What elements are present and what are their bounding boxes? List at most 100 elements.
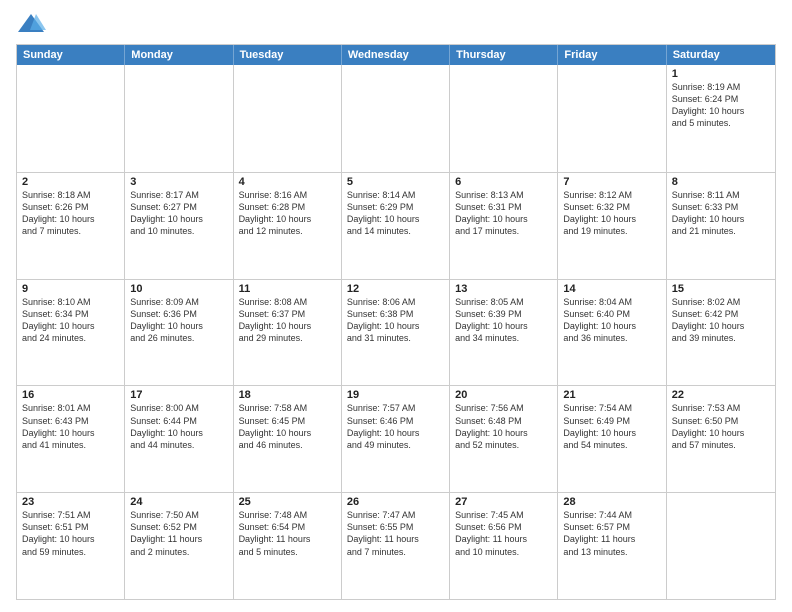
logo-icon <box>16 12 46 36</box>
calendar-cell: 24Sunrise: 7:50 AM Sunset: 6:52 PM Dayli… <box>125 493 233 599</box>
cell-sun-info: Sunrise: 7:53 AM Sunset: 6:50 PM Dayligh… <box>672 402 770 451</box>
day-number: 19 <box>347 389 444 401</box>
cell-sun-info: Sunrise: 7:58 AM Sunset: 6:45 PM Dayligh… <box>239 402 336 451</box>
cell-sun-info: Sunrise: 8:08 AM Sunset: 6:37 PM Dayligh… <box>239 296 336 345</box>
calendar-cell: 12Sunrise: 8:06 AM Sunset: 6:38 PM Dayli… <box>342 280 450 386</box>
day-number: 10 <box>130 283 227 295</box>
cell-sun-info: Sunrise: 8:01 AM Sunset: 6:43 PM Dayligh… <box>22 402 119 451</box>
calendar-cell: 10Sunrise: 8:09 AM Sunset: 6:36 PM Dayli… <box>125 280 233 386</box>
calendar-cell: 26Sunrise: 7:47 AM Sunset: 6:55 PM Dayli… <box>342 493 450 599</box>
cell-sun-info: Sunrise: 7:48 AM Sunset: 6:54 PM Dayligh… <box>239 509 336 558</box>
day-number: 8 <box>672 176 770 188</box>
calendar-cell: 8Sunrise: 8:11 AM Sunset: 6:33 PM Daylig… <box>667 173 775 279</box>
calendar-cell: 23Sunrise: 7:51 AM Sunset: 6:51 PM Dayli… <box>17 493 125 599</box>
day-number: 20 <box>455 389 552 401</box>
day-number: 22 <box>672 389 770 401</box>
weekday-header: Thursday <box>450 45 558 65</box>
cell-sun-info: Sunrise: 7:47 AM Sunset: 6:55 PM Dayligh… <box>347 509 444 558</box>
cell-sun-info: Sunrise: 7:54 AM Sunset: 6:49 PM Dayligh… <box>563 402 660 451</box>
weekday-header: Monday <box>125 45 233 65</box>
cell-sun-info: Sunrise: 8:19 AM Sunset: 6:24 PM Dayligh… <box>672 81 770 130</box>
calendar-cell <box>234 65 342 172</box>
calendar-cell: 15Sunrise: 8:02 AM Sunset: 6:42 PM Dayli… <box>667 280 775 386</box>
calendar-cell: 7Sunrise: 8:12 AM Sunset: 6:32 PM Daylig… <box>558 173 666 279</box>
cell-sun-info: Sunrise: 8:16 AM Sunset: 6:28 PM Dayligh… <box>239 189 336 238</box>
calendar-cell: 9Sunrise: 8:10 AM Sunset: 6:34 PM Daylig… <box>17 280 125 386</box>
cell-sun-info: Sunrise: 8:00 AM Sunset: 6:44 PM Dayligh… <box>130 402 227 451</box>
cell-sun-info: Sunrise: 8:14 AM Sunset: 6:29 PM Dayligh… <box>347 189 444 238</box>
calendar-cell: 28Sunrise: 7:44 AM Sunset: 6:57 PM Dayli… <box>558 493 666 599</box>
day-number: 28 <box>563 496 660 508</box>
calendar-cell: 22Sunrise: 7:53 AM Sunset: 6:50 PM Dayli… <box>667 386 775 492</box>
cell-sun-info: Sunrise: 8:04 AM Sunset: 6:40 PM Dayligh… <box>563 296 660 345</box>
cell-sun-info: Sunrise: 7:51 AM Sunset: 6:51 PM Dayligh… <box>22 509 119 558</box>
day-number: 9 <box>22 283 119 295</box>
calendar-cell: 17Sunrise: 8:00 AM Sunset: 6:44 PM Dayli… <box>125 386 233 492</box>
day-number: 14 <box>563 283 660 295</box>
calendar-row: 1Sunrise: 8:19 AM Sunset: 6:24 PM Daylig… <box>17 65 775 172</box>
calendar-cell <box>125 65 233 172</box>
day-number: 15 <box>672 283 770 295</box>
calendar-cell: 20Sunrise: 7:56 AM Sunset: 6:48 PM Dayli… <box>450 386 558 492</box>
cell-sun-info: Sunrise: 7:56 AM Sunset: 6:48 PM Dayligh… <box>455 402 552 451</box>
calendar-cell: 14Sunrise: 8:04 AM Sunset: 6:40 PM Dayli… <box>558 280 666 386</box>
calendar-cell: 18Sunrise: 7:58 AM Sunset: 6:45 PM Dayli… <box>234 386 342 492</box>
cell-sun-info: Sunrise: 7:50 AM Sunset: 6:52 PM Dayligh… <box>130 509 227 558</box>
calendar-cell: 6Sunrise: 8:13 AM Sunset: 6:31 PM Daylig… <box>450 173 558 279</box>
cell-sun-info: Sunrise: 7:45 AM Sunset: 6:56 PM Dayligh… <box>455 509 552 558</box>
header <box>16 12 776 36</box>
cell-sun-info: Sunrise: 8:18 AM Sunset: 6:26 PM Dayligh… <box>22 189 119 238</box>
calendar-row: 23Sunrise: 7:51 AM Sunset: 6:51 PM Dayli… <box>17 492 775 599</box>
day-number: 21 <box>563 389 660 401</box>
calendar-cell: 25Sunrise: 7:48 AM Sunset: 6:54 PM Dayli… <box>234 493 342 599</box>
cell-sun-info: Sunrise: 8:09 AM Sunset: 6:36 PM Dayligh… <box>130 296 227 345</box>
calendar-cell: 21Sunrise: 7:54 AM Sunset: 6:49 PM Dayli… <box>558 386 666 492</box>
cell-sun-info: Sunrise: 8:11 AM Sunset: 6:33 PM Dayligh… <box>672 189 770 238</box>
cell-sun-info: Sunrise: 8:13 AM Sunset: 6:31 PM Dayligh… <box>455 189 552 238</box>
day-number: 27 <box>455 496 552 508</box>
calendar-cell: 2Sunrise: 8:18 AM Sunset: 6:26 PM Daylig… <box>17 173 125 279</box>
weekday-header: Wednesday <box>342 45 450 65</box>
logo <box>16 12 50 36</box>
page: SundayMondayTuesdayWednesdayThursdayFrid… <box>0 0 792 612</box>
calendar-header: SundayMondayTuesdayWednesdayThursdayFrid… <box>17 45 775 65</box>
calendar-row: 16Sunrise: 8:01 AM Sunset: 6:43 PM Dayli… <box>17 385 775 492</box>
day-number: 16 <box>22 389 119 401</box>
day-number: 11 <box>239 283 336 295</box>
day-number: 17 <box>130 389 227 401</box>
day-number: 5 <box>347 176 444 188</box>
day-number: 13 <box>455 283 552 295</box>
cell-sun-info: Sunrise: 8:05 AM Sunset: 6:39 PM Dayligh… <box>455 296 552 345</box>
day-number: 6 <box>455 176 552 188</box>
calendar-cell: 3Sunrise: 8:17 AM Sunset: 6:27 PM Daylig… <box>125 173 233 279</box>
weekday-header: Saturday <box>667 45 775 65</box>
day-number: 1 <box>672 68 770 80</box>
weekday-header: Sunday <box>17 45 125 65</box>
calendar-cell: 16Sunrise: 8:01 AM Sunset: 6:43 PM Dayli… <box>17 386 125 492</box>
day-number: 3 <box>130 176 227 188</box>
calendar-row: 9Sunrise: 8:10 AM Sunset: 6:34 PM Daylig… <box>17 279 775 386</box>
day-number: 7 <box>563 176 660 188</box>
cell-sun-info: Sunrise: 8:06 AM Sunset: 6:38 PM Dayligh… <box>347 296 444 345</box>
calendar-cell <box>450 65 558 172</box>
calendar-row: 2Sunrise: 8:18 AM Sunset: 6:26 PM Daylig… <box>17 172 775 279</box>
calendar-body: 1Sunrise: 8:19 AM Sunset: 6:24 PM Daylig… <box>17 65 775 599</box>
day-number: 24 <box>130 496 227 508</box>
calendar: SundayMondayTuesdayWednesdayThursdayFrid… <box>16 44 776 600</box>
day-number: 2 <box>22 176 119 188</box>
calendar-cell: 13Sunrise: 8:05 AM Sunset: 6:39 PM Dayli… <box>450 280 558 386</box>
calendar-cell: 27Sunrise: 7:45 AM Sunset: 6:56 PM Dayli… <box>450 493 558 599</box>
calendar-cell <box>667 493 775 599</box>
day-number: 26 <box>347 496 444 508</box>
calendar-cell: 11Sunrise: 8:08 AM Sunset: 6:37 PM Dayli… <box>234 280 342 386</box>
day-number: 12 <box>347 283 444 295</box>
day-number: 23 <box>22 496 119 508</box>
calendar-cell: 1Sunrise: 8:19 AM Sunset: 6:24 PM Daylig… <box>667 65 775 172</box>
day-number: 25 <box>239 496 336 508</box>
calendar-cell <box>17 65 125 172</box>
cell-sun-info: Sunrise: 8:02 AM Sunset: 6:42 PM Dayligh… <box>672 296 770 345</box>
cell-sun-info: Sunrise: 8:12 AM Sunset: 6:32 PM Dayligh… <box>563 189 660 238</box>
cell-sun-info: Sunrise: 8:17 AM Sunset: 6:27 PM Dayligh… <box>130 189 227 238</box>
calendar-cell <box>558 65 666 172</box>
cell-sun-info: Sunrise: 8:10 AM Sunset: 6:34 PM Dayligh… <box>22 296 119 345</box>
